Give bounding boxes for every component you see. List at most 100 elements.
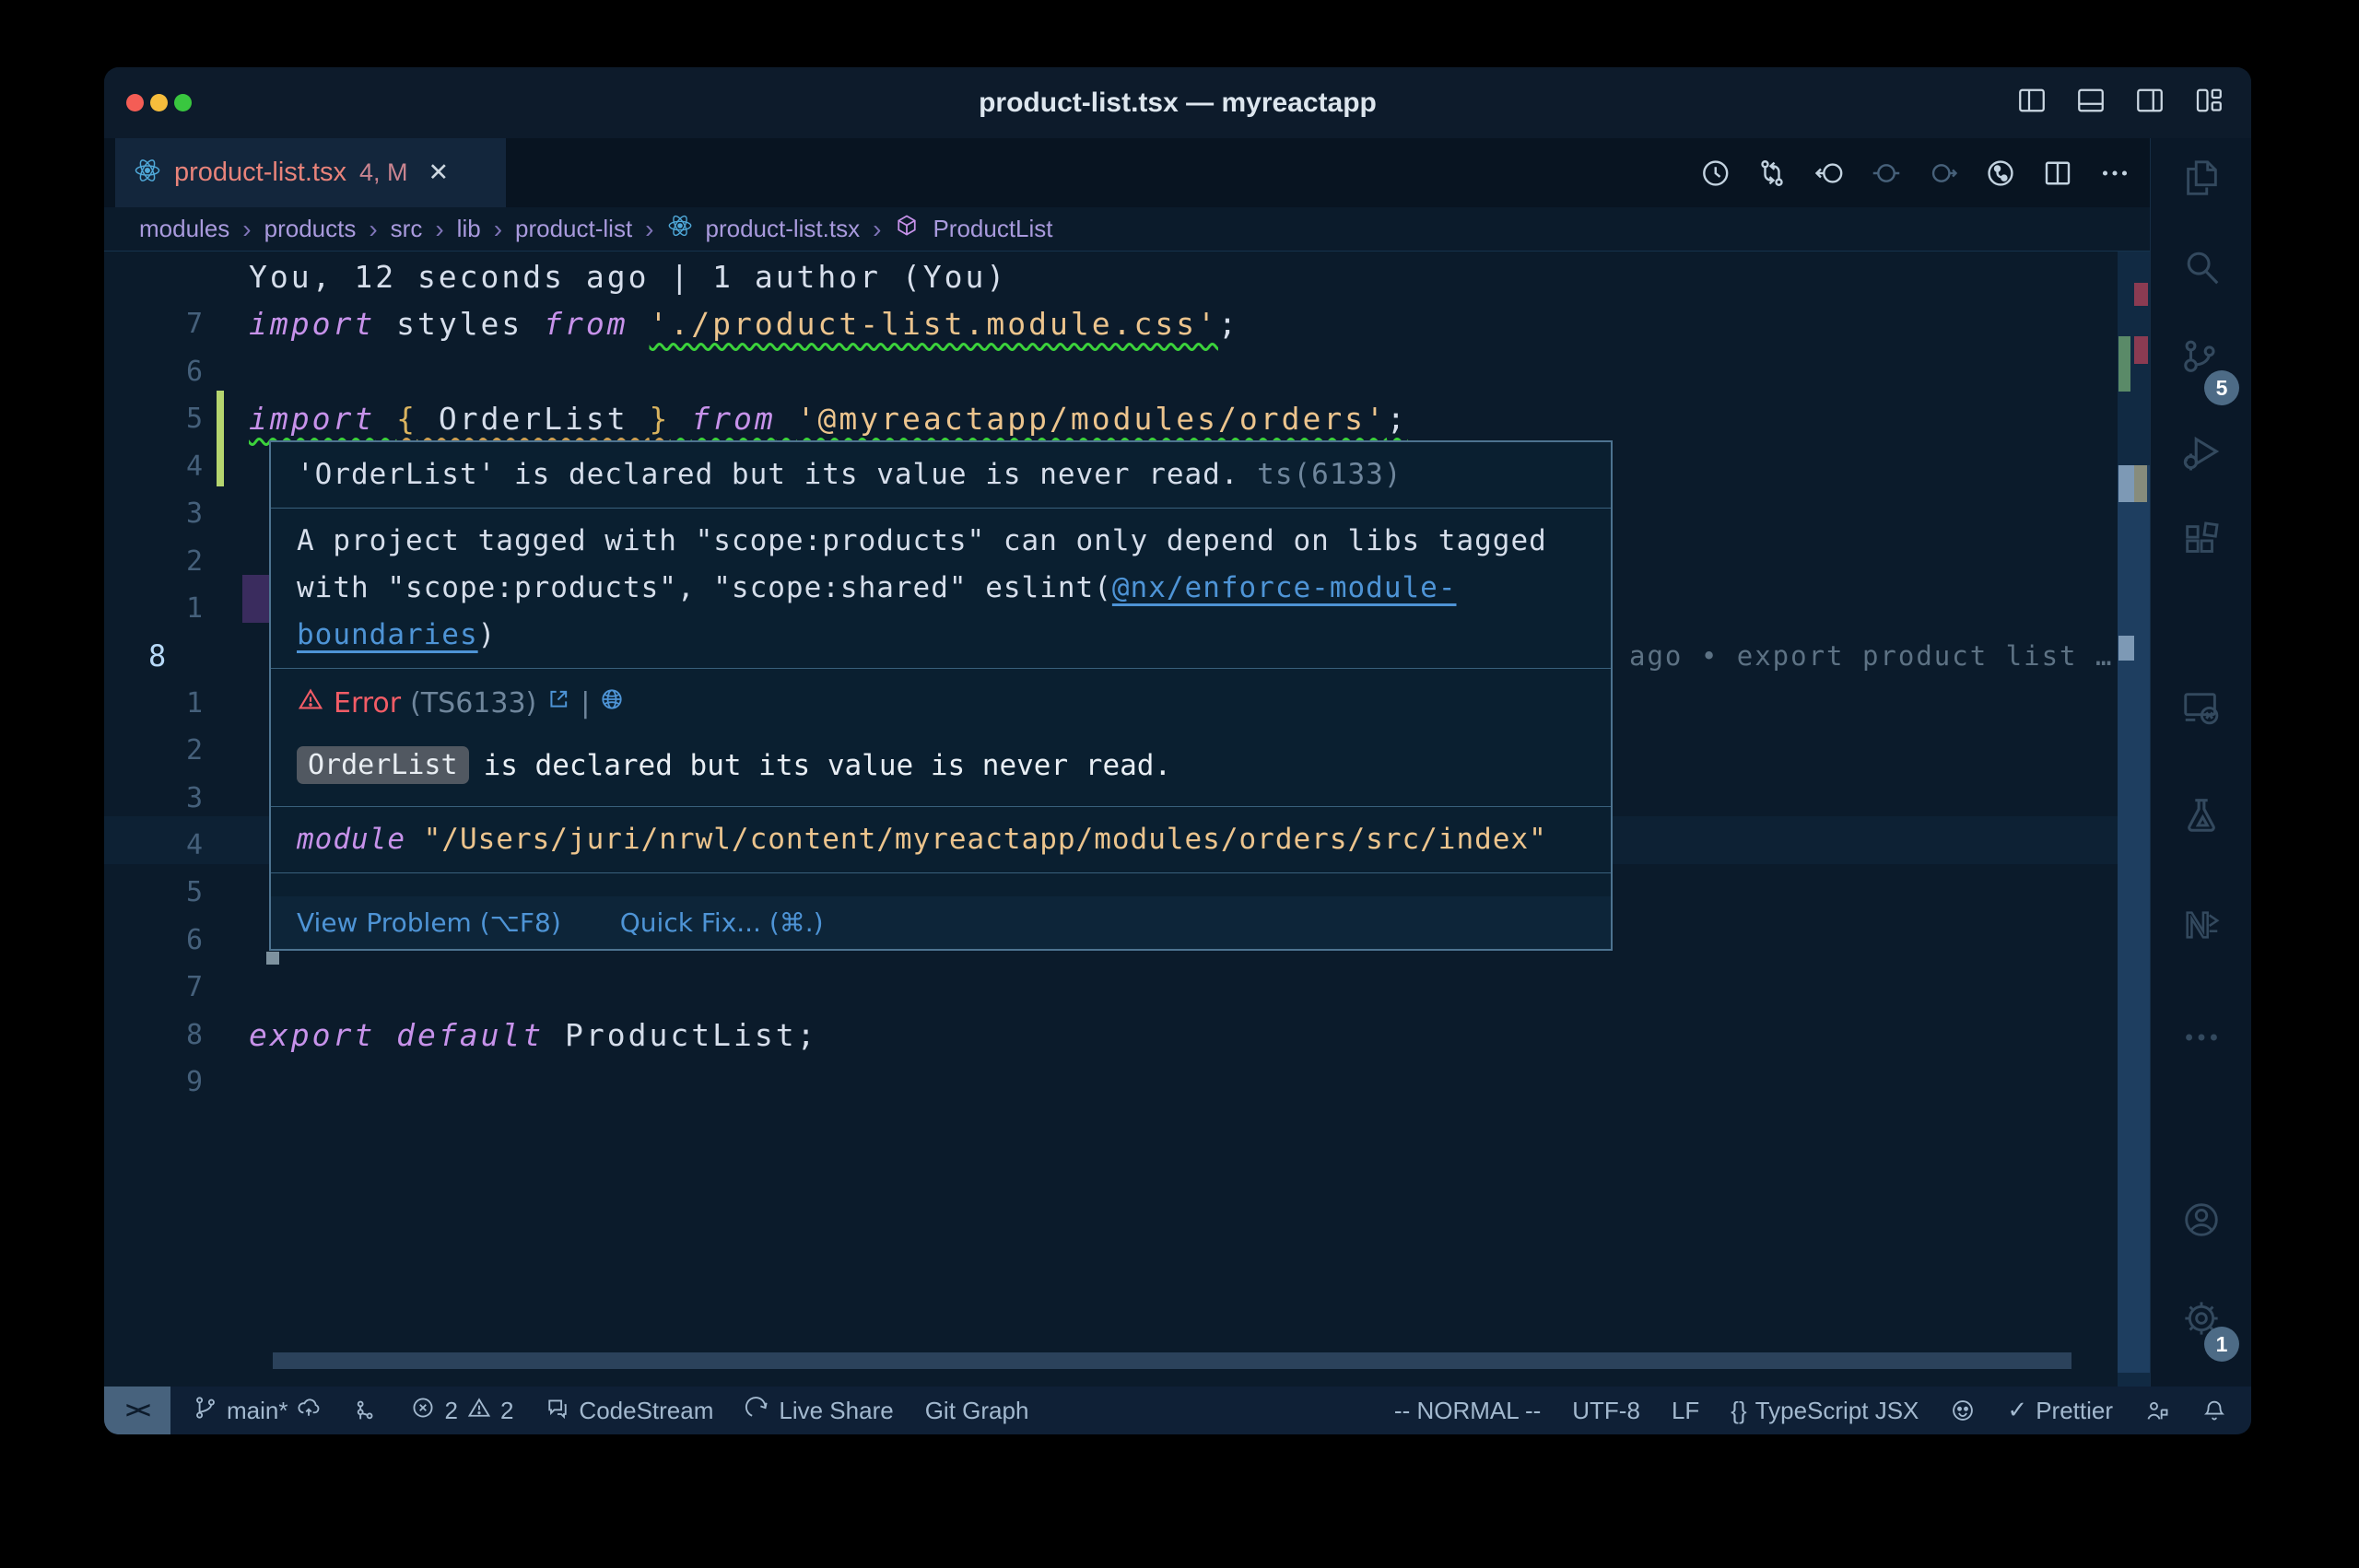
codestream-icon (545, 1395, 570, 1427)
commit-graph-status-icon[interactable] (353, 1398, 379, 1423)
quick-fix-link[interactable]: Quick Fix... (⌘.) (620, 907, 824, 938)
line-number: 4 (104, 443, 203, 491)
vscode-window: product-list.tsx — myreactapp product-li… (104, 67, 2251, 1434)
language-mode[interactable]: {}TypeScript JSX (1731, 1397, 1919, 1425)
more-views-icon[interactable] (2151, 1016, 2251, 1059)
horizontal-scrollbar-thumb[interactable] (273, 1352, 2071, 1369)
react-icon (134, 157, 161, 189)
code-line: 5 import { OrderList } from '@myreactapp… (104, 395, 2118, 443)
current-line-number: 8 (148, 632, 166, 680)
ruler-error-mark (2134, 283, 2148, 306)
live-share-status[interactable]: Live Share (745, 1395, 893, 1427)
compare-changes-icon[interactable] (1754, 155, 1790, 192)
tab-close-icon[interactable]: ✕ (428, 158, 449, 187)
search-icon[interactable] (2151, 246, 2251, 288)
nx-console-icon[interactable] (2151, 904, 2251, 946)
error-code: (TS6133) (410, 687, 536, 720)
code-chip: OrderList (297, 746, 469, 784)
toggle-secondary-sidebar-icon[interactable] (2133, 84, 2166, 122)
code-line: 6 (104, 348, 2118, 396)
chevron-right-icon: › (369, 215, 377, 244)
codestream-status[interactable]: CodeStream (545, 1395, 713, 1427)
testing-flask-icon[interactable] (2151, 793, 2251, 836)
toggle-primary-sidebar-icon[interactable] (2015, 84, 2048, 122)
braces-icon: {} (1731, 1397, 1746, 1425)
code-editor[interactable]: You, 12 seconds ago | 1 author (You) 7 i… (104, 252, 2150, 1387)
gitlens-inline-blame: ago • export product list … (1629, 632, 2113, 680)
customize-layout-icon[interactable] (2192, 84, 2225, 122)
eslint-rule-message: A project tagged with "scope:products" c… (271, 509, 1611, 669)
vim-mode-indicator[interactable]: -- NORMAL -- (1394, 1397, 1541, 1425)
encoding-indicator[interactable]: UTF-8 (1572, 1397, 1640, 1425)
globe-icon[interactable] (599, 686, 625, 720)
github-octoface-icon[interactable] (1950, 1398, 1976, 1423)
scrollbar-thumb[interactable] (2118, 465, 2150, 1373)
warnings-icon (466, 1395, 492, 1427)
toggle-panel-icon[interactable] (2074, 84, 2107, 122)
open-external-icon[interactable] (546, 686, 571, 720)
line-number: 3 (104, 490, 203, 538)
cloud-upload-icon (296, 1395, 322, 1427)
module-path-line: module "/Users/juri/nrwl/content/myreact… (271, 807, 1611, 873)
breadcrumb-item[interactable]: product-list.tsx (706, 215, 861, 243)
breadcrumb-item[interactable]: product-list (515, 215, 632, 243)
line-number: 5 (104, 869, 203, 917)
problems-status[interactable]: 2 2 (410, 1395, 513, 1427)
view-problem-link[interactable]: View Problem (⌥F8) (297, 907, 561, 938)
commit-graph-icon[interactable] (1982, 155, 2019, 192)
previous-diff-disabled-icon (1868, 155, 1905, 192)
file-history-icon[interactable] (1696, 155, 1733, 192)
more-actions-icon[interactable] (2096, 155, 2133, 192)
breadcrumb-item[interactable]: ProductList (933, 215, 1052, 243)
symbol-cube-icon (894, 213, 920, 245)
line-number: 2 (104, 538, 203, 586)
breadcrumb-item[interactable]: lib (457, 215, 481, 243)
ruler-selection-mark (2118, 465, 2134, 502)
error-detail-section: Error (TS6133) | OrderListis declared bu… (271, 669, 1611, 807)
line-number: 2 (104, 727, 203, 775)
split-editor-icon[interactable] (2039, 155, 2076, 192)
line-number: 6 (104, 348, 203, 396)
chevron-right-icon: › (435, 215, 443, 244)
vertical-scrollbar[interactable] (2118, 252, 2150, 1387)
run-and-debug-icon[interactable] (2151, 431, 2251, 474)
live-share-contact-icon[interactable] (2144, 1398, 2170, 1423)
source-control-graph-icon[interactable] (2151, 336, 2251, 379)
git-graph-status[interactable]: Git Graph (925, 1397, 1029, 1425)
error-description: OrderListis declared but its value is ne… (297, 746, 1585, 784)
line-number: 6 (104, 917, 203, 965)
line-number: 8 (104, 1012, 203, 1059)
settings-badge: 1 (2204, 1327, 2239, 1362)
breadcrumb-item[interactable]: modules (139, 215, 229, 243)
line-number: 7 (104, 300, 203, 348)
account-icon[interactable] (2151, 1199, 2251, 1241)
notifications-bell-icon[interactable] (2201, 1398, 2227, 1423)
tooltip-resize-grip[interactable] (266, 952, 279, 965)
line-number: 3 (104, 775, 203, 823)
breadcrumb: modules› products› src› lib› product-lis… (104, 207, 2150, 252)
line-number: 1 (104, 680, 203, 728)
chevron-right-icon: › (494, 215, 502, 244)
prettier-status[interactable]: ✓Prettier (2007, 1397, 2113, 1425)
breadcrumb-item[interactable]: src (391, 215, 423, 243)
window-title: product-list.tsx — myreactapp (104, 67, 2251, 138)
react-icon (667, 213, 693, 245)
settings-gear-icon[interactable] (2151, 1297, 2251, 1340)
extensions-icon[interactable] (2151, 519, 2251, 561)
line-number: 9 (104, 1059, 203, 1106)
code-line: 9 (104, 1059, 2118, 1106)
ruler-mark (2134, 465, 2147, 502)
tab-product-list[interactable]: product-list.tsx 4, M ✕ (115, 138, 506, 207)
git-branch-status[interactable]: main* (193, 1395, 322, 1427)
previous-change-icon[interactable] (1811, 155, 1848, 192)
explorer-icon[interactable] (2151, 157, 2251, 199)
scm-badge: 5 (2204, 370, 2239, 405)
ruler-modified-mark (2118, 336, 2130, 392)
remote-indicator[interactable]: >< (104, 1387, 170, 1434)
tab-modified-badge: 4, M (359, 158, 408, 187)
breadcrumb-item[interactable]: products (264, 215, 357, 243)
eol-indicator[interactable]: LF (1672, 1397, 1699, 1425)
remote-explorer-icon[interactable] (2151, 686, 2251, 729)
error-label: Error (334, 687, 401, 720)
next-diff-disabled-icon (1925, 155, 1962, 192)
